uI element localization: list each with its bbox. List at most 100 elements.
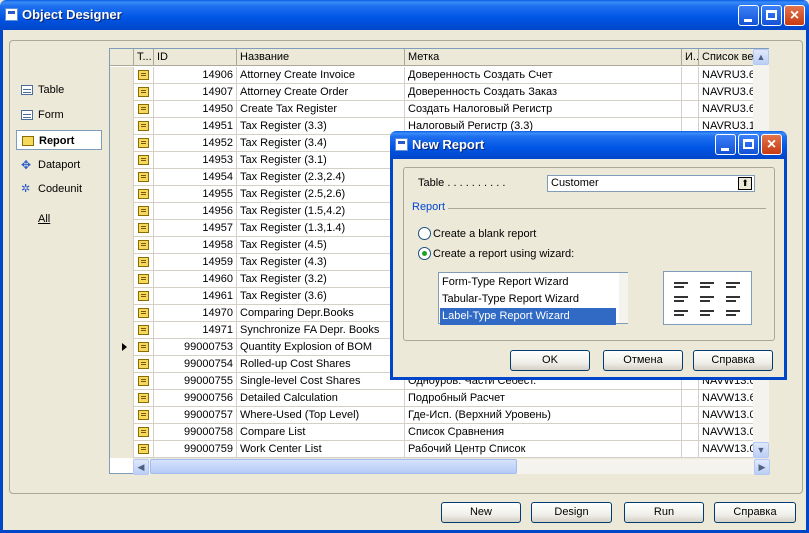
row-selector[interactable] [110,424,134,441]
object-type-form[interactable]: Form [16,105,102,125]
table-row[interactable]: 14950 Create Tax Register Создать Налоговы… [110,101,768,118]
run-button[interactable]: Run [624,502,704,523]
table-row[interactable]: 14907 Attorney Create Order Доверенность С… [110,84,768,101]
row-selector[interactable] [110,186,134,203]
id-cell[interactable]: 14951 [154,118,237,135]
table-row[interactable]: 14906 Attorney Create Invoice Доверенность… [110,67,768,84]
caption-cell[interactable]: Где-Исп. (Верхний Уровень) [405,407,682,424]
name-cell[interactable]: Where-Used (Top Level) [237,407,405,424]
new-button[interactable]: New [441,502,521,523]
name-cell[interactable]: Tax Register (3.4) [237,135,405,152]
scroll-down-icon[interactable]: ▼ [753,442,769,458]
caption-cell[interactable]: Доверенность Создать Счет [405,67,682,84]
scroll-left-icon[interactable]: ◀ [133,459,149,475]
scroll-right-icon[interactable]: ▶ [754,459,770,475]
wizard-list-scrollbar[interactable] [619,273,628,323]
flag-cell[interactable] [682,407,699,424]
dialog-close-button[interactable]: × [761,134,782,155]
name-cell[interactable]: Work Center List [237,441,405,458]
name-cell[interactable]: Tax Register (2.5,2.6) [237,186,405,203]
id-cell[interactable]: 14961 [154,288,237,305]
flag-cell[interactable] [682,84,699,101]
row-selector[interactable] [110,356,134,373]
id-cell[interactable]: 14906 [154,67,237,84]
caption-cell[interactable]: Доверенность Создать Заказ [405,84,682,101]
name-cell[interactable]: Tax Register (4.5) [237,237,405,254]
name-cell[interactable]: Synchronize FA Depr. Books [237,322,405,339]
row-selector[interactable] [110,288,134,305]
table-row[interactable]: 99000758 Compare List Список Сравнения NAVW… [110,424,768,441]
caption-cell[interactable]: Создать Налоговый Регистр [405,101,682,118]
id-cell[interactable]: 14959 [154,254,237,271]
dialog-minimize-button[interactable] [715,134,736,155]
row-selector[interactable] [110,118,134,135]
table-row[interactable]: 99000757 Where-Used (Top Level) Где-Исп. (… [110,407,768,424]
object-type-table[interactable]: Table [16,80,102,100]
flag-cell[interactable] [682,390,699,407]
column-header-id[interactable]: ID [154,49,237,66]
cancel-button[interactable]: Отмена [603,350,683,371]
row-selector[interactable] [110,237,134,254]
id-cell[interactable]: 99000754 [154,356,237,373]
object-type-report[interactable]: Report [16,130,102,150]
id-cell[interactable]: 14957 [154,220,237,237]
flag-cell[interactable] [682,441,699,458]
name-cell[interactable]: Tax Register (2.3,2.4) [237,169,405,186]
name-cell[interactable]: Tax Register (1.3,1.4) [237,220,405,237]
name-cell[interactable]: Rolled-up Cost Shares [237,356,405,373]
name-cell[interactable]: Compare List [237,424,405,441]
row-selector[interactable] [110,67,134,84]
name-cell[interactable]: Tax Register (3.2) [237,271,405,288]
name-cell[interactable]: Quantity Explosion of BOM [237,339,405,356]
column-header-flag[interactable]: И... [682,49,699,66]
id-cell[interactable]: 14950 [154,101,237,118]
row-selector[interactable] [110,254,134,271]
horizontal-scrollbar[interactable]: ◀ ▶ [133,458,770,475]
table-field[interactable]: Customer ⬆ [547,175,755,192]
flag-cell[interactable] [682,424,699,441]
column-header-name[interactable]: Название [237,49,405,66]
id-cell[interactable]: 14907 [154,84,237,101]
id-cell[interactable]: 99000753 [154,339,237,356]
column-header-caption[interactable]: Метка [405,49,682,66]
row-selector[interactable] [110,84,134,101]
id-cell[interactable]: 14954 [154,169,237,186]
id-cell[interactable]: 14955 [154,186,237,203]
row-selector[interactable] [110,373,134,390]
name-cell[interactable]: Tax Register (3.3) [237,118,405,135]
table-row[interactable]: 99000756 Detailed Calculation Подробный Ра… [110,390,768,407]
row-selector[interactable] [110,203,134,220]
scroll-up-icon[interactable]: ▲ [753,49,769,65]
wizard-item-form[interactable]: Form-Type Report Wizard [440,274,616,291]
object-type-all[interactable]: All [16,209,102,229]
name-cell[interactable]: Single-level Cost Shares [237,373,405,390]
id-cell[interactable]: 99000759 [154,441,237,458]
minimize-button[interactable] [738,5,759,26]
id-cell[interactable]: 14953 [154,152,237,169]
dialog-help-button[interactable]: Справка [693,350,773,371]
flag-cell[interactable] [682,67,699,84]
id-cell[interactable]: 99000755 [154,373,237,390]
lookup-arrow-icon[interactable]: ⬆ [738,177,752,190]
close-button[interactable]: × [784,5,805,26]
wizard-item-label[interactable]: Label-Type Report Wizard [440,308,616,325]
id-cell[interactable]: 14952 [154,135,237,152]
row-selector[interactable] [110,441,134,458]
flag-cell[interactable] [682,101,699,118]
caption-cell[interactable]: Рабочий Центр Список [405,441,682,458]
row-selector[interactable] [110,271,134,288]
row-selector[interactable] [110,407,134,424]
id-cell[interactable]: 14956 [154,203,237,220]
name-cell[interactable]: Attorney Create Invoice [237,67,405,84]
help-button[interactable]: Справка [714,502,796,523]
caption-cell[interactable]: Список Сравнения [405,424,682,441]
maximize-button[interactable] [761,5,782,26]
id-cell[interactable]: 99000756 [154,390,237,407]
row-selector[interactable] [110,390,134,407]
row-selector[interactable] [110,339,134,356]
name-cell[interactable]: Attorney Create Order [237,84,405,101]
id-cell[interactable]: 14958 [154,237,237,254]
object-type-codeunit[interactable]: ✲ Codeunit [16,179,102,199]
row-selector[interactable] [110,135,134,152]
row-selector[interactable] [110,169,134,186]
